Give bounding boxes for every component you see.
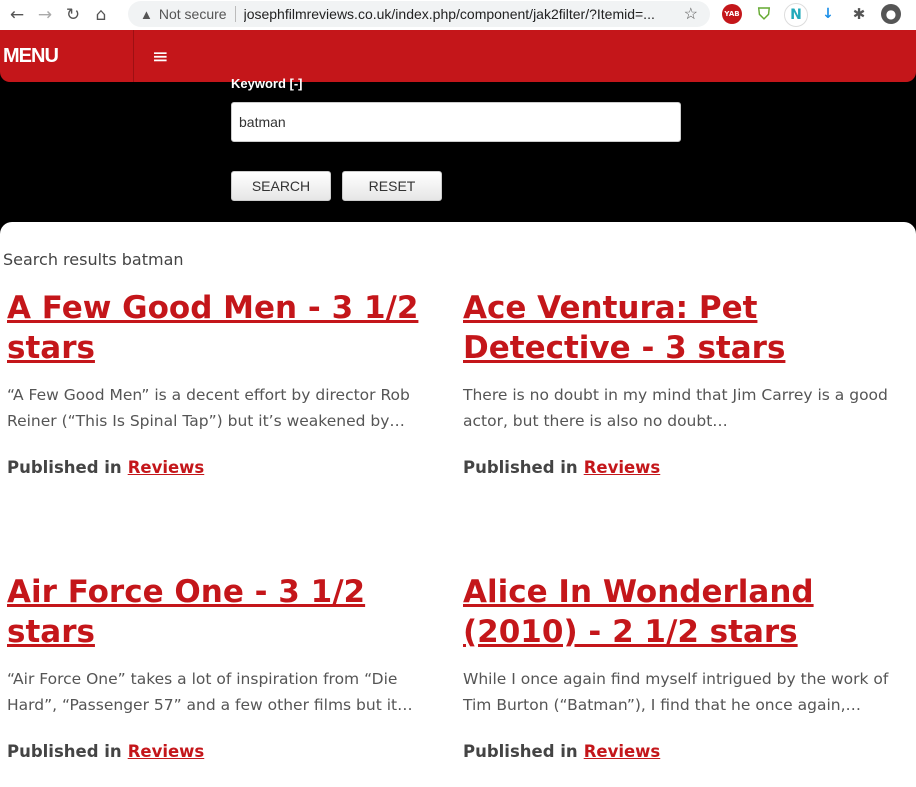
home-icon[interactable]: ⌂ [90, 5, 112, 25]
category-link[interactable]: Reviews [584, 742, 661, 761]
result-excerpt: “A Few Good Men” is a decent effort by d… [7, 386, 410, 430]
warning-icon: ▲ [140, 6, 153, 22]
profile-avatar-icon[interactable]: ● [881, 4, 901, 24]
shield-extension-icon[interactable]: ⛉ [754, 4, 774, 24]
category-link[interactable]: Reviews [584, 458, 661, 477]
back-icon[interactable]: ← [6, 5, 28, 25]
result-title-link[interactable]: Air Force One - 3 1/2 stars [7, 574, 365, 650]
yab-extension-icon[interactable]: YAB [722, 4, 742, 24]
menu-label[interactable]: MENU [0, 30, 134, 82]
browser-toolbar: ← → ↻ ⌂ ▲ Not secure josephfilmreviews.c… [0, 0, 916, 30]
keyword-label: Keyword [-] [231, 76, 303, 91]
search-button[interactable]: SEARCH [231, 171, 331, 201]
reload-icon[interactable]: ↻ [62, 5, 84, 25]
site-header: MENU ≡ [0, 30, 916, 82]
result-title-link[interactable]: Ace Ventura: Pet Detective - 3 stars [463, 290, 785, 366]
not-secure-label: Not secure [158, 6, 227, 22]
keyword-input[interactable] [231, 102, 681, 142]
divider [234, 6, 236, 22]
forward-icon[interactable]: → [34, 5, 56, 25]
reset-button[interactable]: RESET [342, 171, 442, 201]
result-item: Ace Ventura: Pet Detective - 3 stars The… [463, 288, 908, 477]
published-in-label: Published in [463, 742, 578, 761]
address-bar[interactable]: ▲ Not secure josephfilmreviews.co.uk/ind… [128, 1, 710, 27]
url-text[interactable]: josephfilmreviews.co.uk/index.php/compon… [244, 6, 684, 22]
results-heading: Search results batman [3, 250, 184, 269]
result-item: Air Force One - 3 1/2 stars “Air Force O… [7, 572, 452, 761]
n-extension-icon[interactable]: N [784, 3, 808, 27]
category-link[interactable]: Reviews [128, 742, 205, 761]
result-excerpt: “Air Force One” takes a lot of inspirati… [7, 670, 413, 714]
result-title-link[interactable]: Alice In Wonderland (2010) - 2 1/2 stars [463, 574, 814, 650]
results-area: Search results batman A Few Good Men - 3… [0, 222, 916, 787]
result-item: A Few Good Men - 3 1/2 stars “A Few Good… [7, 288, 452, 477]
published-in-label: Published in [7, 458, 122, 477]
bookmark-star-icon[interactable]: ☆ [684, 4, 698, 24]
category-link[interactable]: Reviews [128, 458, 205, 477]
extensions-puzzle-icon[interactable]: ✱ [849, 4, 869, 24]
result-item: Alice In Wonderland (2010) - 2 1/2 stars… [463, 572, 908, 761]
result-excerpt: While I once again find myself intrigued… [463, 670, 889, 714]
published-in-label: Published in [463, 458, 578, 477]
result-excerpt: There is no doubt in my mind that Jim Ca… [463, 386, 888, 430]
download-icon[interactable]: ↓ [818, 4, 838, 24]
result-title-link[interactable]: A Few Good Men - 3 1/2 stars [7, 290, 418, 366]
hamburger-icon[interactable]: ≡ [152, 44, 169, 68]
published-in-label: Published in [7, 742, 122, 761]
